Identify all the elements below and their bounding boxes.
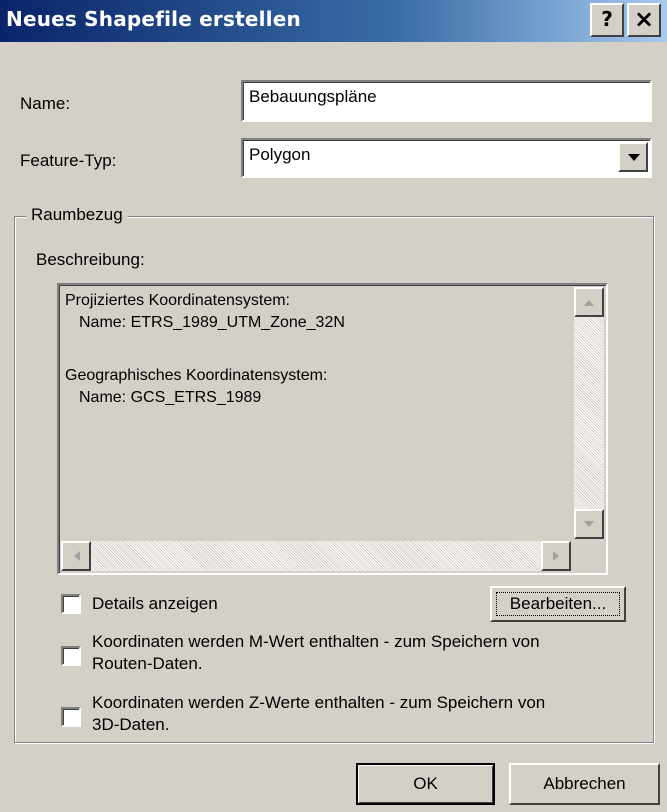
z-values-checkbox[interactable]: [61, 707, 81, 727]
scroll-right-icon[interactable]: [541, 541, 571, 571]
feature-type-value: Polygon: [249, 145, 311, 164]
scroll-up-icon[interactable]: [574, 287, 604, 317]
description-label: Beschreibung:: [36, 250, 145, 269]
name-input[interactable]: Bebauungspläne: [241, 80, 652, 122]
spatial-reference-group-label: Raumbezug: [26, 205, 128, 225]
description-line: Geographisches Koordinatensystem:: [65, 367, 328, 384]
dialog-window: Neues Shapefile erstellen ? × Name: Beba…: [0, 0, 667, 812]
z-values-label-line1: Koordinaten werden Z-Werte enthalten - z…: [92, 693, 546, 712]
details-checkbox[interactable]: [61, 594, 81, 614]
chevron-down-icon[interactable]: [618, 142, 648, 172]
description-line: Name: ETRS_1989_UTM_Zone_32N: [79, 314, 345, 331]
help-button[interactable]: ?: [590, 3, 624, 37]
close-button[interactable]: ×: [627, 3, 661, 37]
z-values-label-line2: 3D-Daten.: [92, 715, 170, 734]
description-box[interactable]: Projiziertes Koordinatensystem: Name: ET…: [57, 283, 608, 575]
vertical-scrollbar[interactable]: [574, 287, 604, 539]
focus-rect: [496, 592, 620, 616]
name-label: Name:: [20, 94, 71, 113]
horizontal-scrollbar[interactable]: [61, 541, 571, 571]
feature-type-select[interactable]: Polygon: [241, 138, 652, 178]
scroll-down-icon[interactable]: [574, 509, 604, 539]
scroll-left-icon[interactable]: [61, 541, 91, 571]
ok-button[interactable]: OK: [356, 763, 495, 805]
edit-button[interactable]: Bearbeiten...: [490, 586, 626, 622]
m-values-checkbox[interactable]: [61, 646, 81, 666]
description-line: Projiziertes Koordinatensystem:: [65, 292, 290, 309]
description-line: Name: GCS_ETRS_1989: [79, 389, 262, 406]
m-values-label-line1: Koordinaten werden M-Wert enthalten - zu…: [92, 632, 540, 651]
window-title: Neues Shapefile erstellen: [6, 7, 301, 31]
title-bar[interactable]: Neues Shapefile erstellen ? ×: [0, 0, 667, 42]
feature-type-label: Feature-Typ:: [20, 151, 117, 170]
cancel-button[interactable]: Abbrechen: [509, 763, 660, 805]
m-values-label-line2: Routen-Daten.: [92, 654, 203, 673]
details-label: Details anzeigen: [92, 594, 218, 613]
